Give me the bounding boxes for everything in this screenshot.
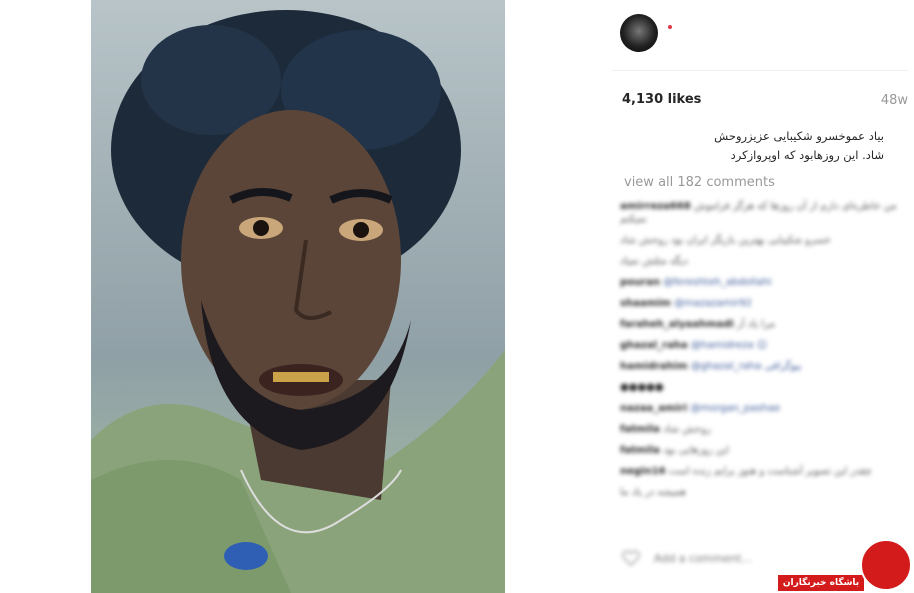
comment-username[interactable]: fatmila xyxy=(620,445,660,456)
post-header xyxy=(612,0,908,71)
comment-username[interactable]: nazaa_amiri xyxy=(620,403,687,414)
comment: hamidrahim @ghazal_raha بیوگرافی xyxy=(620,360,905,373)
comment-username[interactable]: hamidrahim xyxy=(620,361,688,372)
comment-mention[interactable]: @mazazamir92 xyxy=(674,298,752,309)
comment-username[interactable]: faraheh_alyaahmadi xyxy=(620,319,734,330)
comment: nazaa_amiri @morgan_pashae xyxy=(620,402,905,415)
comment: fatmila این روزهایی بود xyxy=(620,444,905,457)
comment-username[interactable]: fatmila xyxy=(620,424,660,435)
view-all-comments-link[interactable]: view all 182 comments xyxy=(624,175,775,190)
comment-text: همیشه در یاد ما xyxy=(620,487,686,498)
comment: fatmila روحش شاد xyxy=(620,423,905,436)
comment: ghazal_raha @hamidreza ☺ xyxy=(620,339,905,352)
comment-username[interactable]: amirreza668 xyxy=(620,201,691,212)
comment-mention[interactable]: @hamidreza ☺ xyxy=(691,340,767,351)
comment-text: روحش شاد xyxy=(663,424,711,435)
comment: دیگه مثلش نمیاد xyxy=(620,255,905,268)
avatar[interactable] xyxy=(620,14,658,52)
comment-text: خسرو شکیبایی بهترین بازیگر ایران بود روح… xyxy=(620,235,831,246)
comment: negin16 چقدر این تصویر آشناست و هنوز برا… xyxy=(620,465,905,478)
heart-icon[interactable] xyxy=(622,550,640,566)
comment: pouran @fereshteh_abdollahi xyxy=(620,276,905,289)
comment: faraheh_alyaahmadi مرا یاد آر xyxy=(620,318,905,331)
watermark-band-text: باشگاه خبرنگاران xyxy=(778,575,864,591)
caption-line-2: شاد. این روزهابود که اوپروازکرد xyxy=(730,148,884,162)
comment-username[interactable]: shaamim xyxy=(620,298,671,309)
post-caption: بیاد عموخسرو شکیبایی عزیزروحش شاد. این ر… xyxy=(614,127,884,165)
post-timestamp: 48w xyxy=(880,93,908,108)
comment-mention[interactable]: @ghazal_raha بیوگرافی xyxy=(691,361,802,372)
username-indicator[interactable] xyxy=(668,25,672,29)
comment-username[interactable]: negin16 xyxy=(620,466,666,477)
post-photo[interactable] xyxy=(91,0,505,593)
comment-text: این روزهایی بود xyxy=(663,445,729,456)
portrait-illustration xyxy=(91,10,505,593)
comment-list: amirreza668 من خاطره‌ای دارم از آن روزها… xyxy=(620,200,905,507)
comment: amirreza668 من خاطره‌ای دارم از آن روزها… xyxy=(620,200,905,226)
post-sidebar: 4,130 likes 48w بیاد عموخسرو شکیبایی عزی… xyxy=(612,0,914,593)
comment: ●●●●● xyxy=(620,381,905,394)
comment-emoji-row: ●●●●● xyxy=(620,382,664,393)
comment-mention[interactable]: @fereshteh_abdollahi xyxy=(663,277,771,288)
comment-username[interactable]: pouran xyxy=(620,277,660,288)
caption-line-1: بیاد عموخسرو شکیبایی عزیزروحش xyxy=(714,129,884,143)
comment: خسرو شکیبایی بهترین بازیگر ایران بود روح… xyxy=(620,234,905,247)
comment-text: دیگه مثلش نمیاد xyxy=(620,256,688,267)
likes-count[interactable]: 4,130 likes xyxy=(622,92,701,107)
watermark-logo: باشگاه خبرنگاران xyxy=(778,539,914,593)
comment: shaamim @mazazamir92 xyxy=(620,297,905,310)
watermark-emblem xyxy=(860,539,912,591)
comment-text: چقدر این تصویر آشناست و هنوز برایم زنده … xyxy=(668,466,872,477)
comment-text: مرا یاد آر xyxy=(737,319,775,330)
comment-mention[interactable]: @morgan_pashae xyxy=(690,403,780,414)
comment: همیشه در یاد ما xyxy=(620,486,905,499)
comment-username[interactable]: ghazal_raha xyxy=(620,340,688,351)
